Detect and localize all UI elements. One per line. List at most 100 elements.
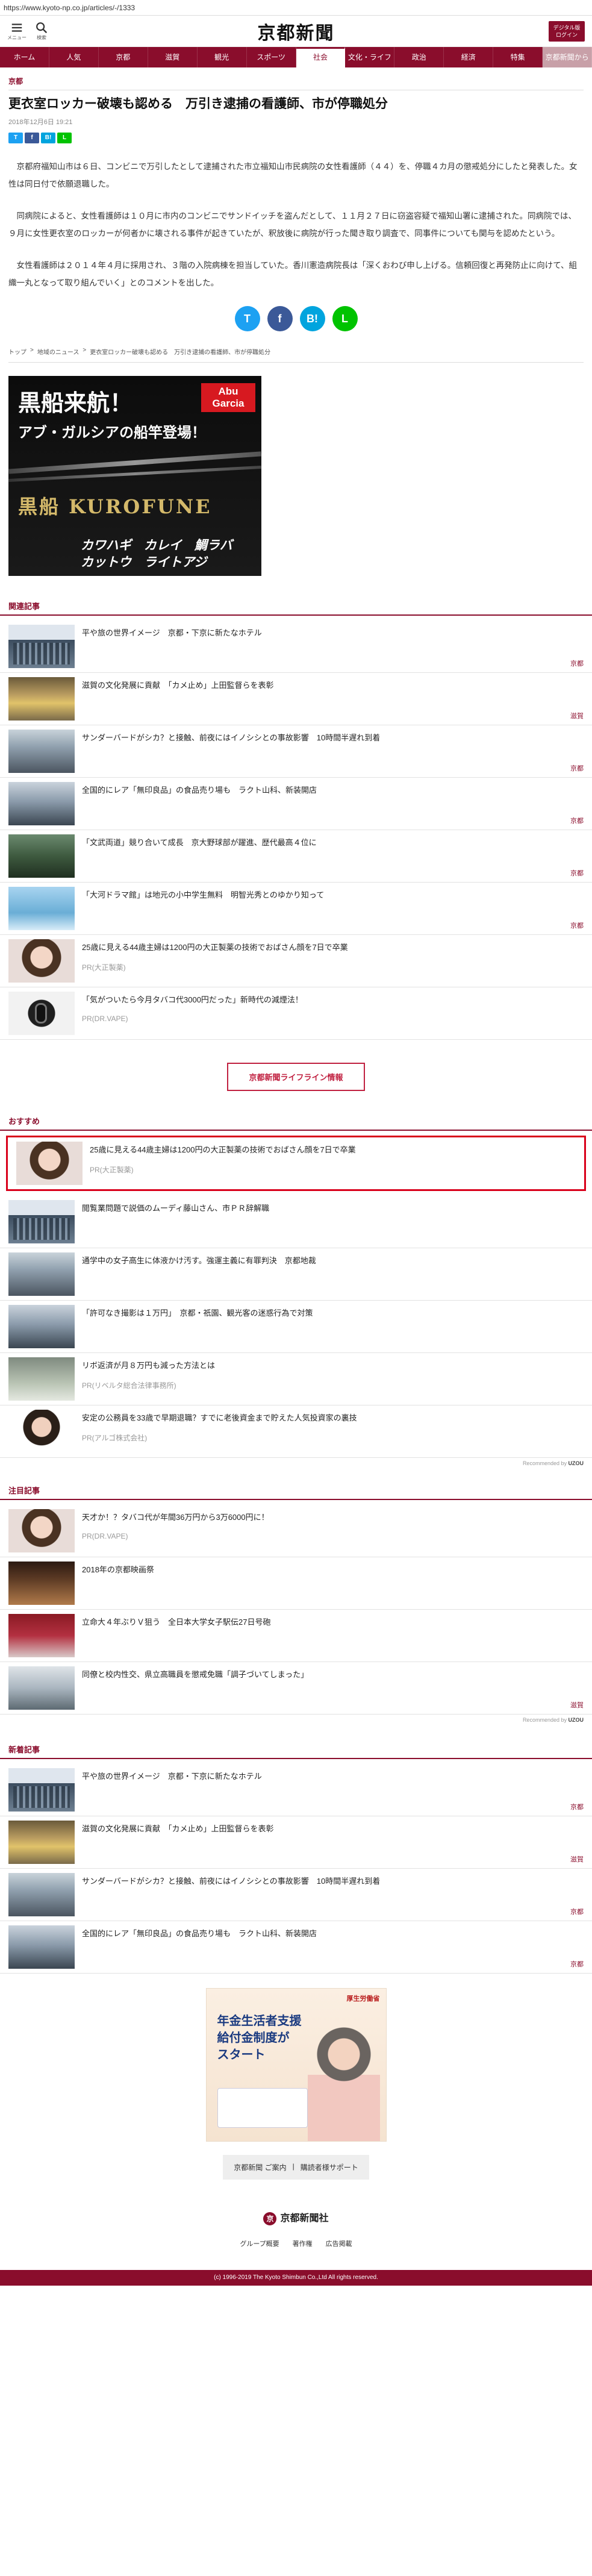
breadcrumb-item: 更衣室ロッカー破壊も認める 万引き逮捕の看護師、市が停職処分	[90, 349, 271, 356]
facebook-share-button[interactable]: f	[25, 133, 39, 143]
list-item[interactable]: 滋賀の文化発展に貢献 「カメ止め」上田監督らを表彰 滋賀	[0, 1816, 592, 1869]
item-body: 平や旅の世界イメージ 京都・下京に新たなホテル 京都	[82, 1768, 584, 1812]
list-item[interactable]: 閲覧業問題で説価のムーディ藤山さん、市ＰＲ辞解職	[0, 1196, 592, 1248]
list-item[interactable]: 同僚と校内性交、県立高職員を懲戒免職「調子づいてしまった」 滋賀	[0, 1662, 592, 1715]
ad-headline: 黒船来航！	[18, 389, 133, 416]
item-body: 全国的にレア「無印良品」の食品売り場も ラクト山科、新装開店 京都	[82, 782, 584, 825]
nav-item[interactable]: 経済	[444, 47, 494, 67]
search-icon	[36, 22, 48, 34]
item-category: 京都	[570, 765, 584, 772]
item-body: 同僚と校内性交、県立高職員を懲戒免職「調子づいてしまった」 滋賀	[82, 1666, 584, 1710]
footer-ads-link[interactable]: 広告掲載	[326, 2239, 352, 2248]
nav-item[interactable]: 人気	[49, 47, 99, 67]
footer-copyright-link[interactable]: 著作権	[293, 2239, 313, 2248]
line-share-button[interactable]: L	[332, 306, 358, 331]
list-item[interactable]: 2018年の京都映画祭	[0, 1557, 592, 1610]
government-ad-banner[interactable]: 厚生労働省 年金生活者支援 給付金制度が スタート	[205, 1988, 387, 2142]
list-item[interactable]: 「文武両道」競り合いて成長 京大野球部が躍進、歴代最高４位に 京都	[0, 830, 592, 883]
twitter-share-button[interactable]: T	[234, 306, 260, 331]
footer-guide-link[interactable]: 京都新聞 ご案内	[234, 2162, 286, 2172]
footer-logo[interactable]: 京京都新聞社	[0, 2210, 592, 2225]
thumbnail-image	[8, 730, 75, 773]
nav-item[interactable]: 社会	[296, 47, 346, 67]
item-body: 「許可なき撮影は１万円」 京都・祇園、観光客の迷惑行為で対策	[82, 1305, 584, 1348]
nav-item[interactable]: 文化・ライフ	[345, 47, 395, 67]
list-item[interactable]: 25歳に見える44歳主婦は1200円の大正製薬の技術でおばさん顔を7日で卒業 PR…	[8, 1137, 584, 1189]
item-category: 滋賀	[570, 1856, 584, 1863]
item-title: 滋賀の文化発展に貢献 「カメ止め」上田監督らを表彰	[82, 681, 274, 690]
nav-item[interactable]: 観光	[198, 47, 247, 67]
list-item[interactable]: 通学中の女子高生に体液かけ汚す。強運主義に有罪判決 京都地裁	[0, 1248, 592, 1301]
thumbnail-image	[8, 1200, 75, 1243]
list-item[interactable]: 天才か！？タバコ代が年間36万円から3万6000円に！ PR(DR.VAPE)	[0, 1505, 592, 1557]
thumbnail-image	[8, 1768, 75, 1812]
nav-item[interactable]: 政治	[394, 47, 444, 67]
list-item[interactable]: 立命大４年ぶりＶ狙う 全日本大学女子駅伝27日号砲	[0, 1610, 592, 1662]
list-item[interactable]: 平や旅の世界イメージ 京都・下京に新たなホテル 京都	[0, 1764, 592, 1816]
item-body: 「文武両道」競り合いて成長 京大野球部が躍進、歴代最高４位に 京都	[82, 834, 584, 878]
item-title: 25歳に見える44歳主婦は1200円の大正製薬の技術でおばさん顔を7日で卒業	[82, 943, 348, 952]
list-item[interactable]: 平や旅の世界イメージ 京都・下京に新たなホテル 京都	[0, 621, 592, 673]
item-body: 閲覧業問題で説価のムーディ藤山さん、市ＰＲ辞解職	[82, 1200, 584, 1243]
thumbnail-image	[8, 1873, 75, 1916]
nav-item[interactable]: 京都	[99, 47, 148, 67]
list-item[interactable]: 滋賀の文化発展に貢献 「カメ止め」上田監督らを表彰 滋賀	[0, 673, 592, 725]
line-share-button[interactable]: L	[57, 133, 72, 143]
digital-login-button[interactable]: デジタル版 ログイン	[549, 20, 585, 42]
thumbnail-image	[8, 1614, 75, 1657]
list-item[interactable]: 25歳に見える44歳主婦は1200円の大正製薬の技術でおばさん顔を7日で卒業 PR…	[0, 935, 592, 987]
uzou-logo: UZOU	[568, 1460, 584, 1466]
section-heading: 新着記事	[0, 1741, 592, 1759]
advertisement-banner[interactable]: 黒船来航！ Abu Garcia アブ・ガルシアの船竿登場！ 黒船 KUROFU…	[8, 376, 261, 576]
list-item[interactable]: サンダーバードがシカ？と接触、前夜にはイノシシとの事故影響 10時間半遅れ到着京…	[0, 725, 592, 778]
ad-document-image	[217, 2088, 308, 2128]
site-logo[interactable]: 京都新聞	[258, 18, 335, 45]
item-title: 全国的にレア「無印良品」の食品売り場も ラクト山科、新装開店	[82, 1929, 317, 1938]
share-bar-top: T f B! L	[8, 133, 584, 143]
hatena-share-button[interactable]: B!	[299, 306, 325, 331]
recommend-section: おすすめ 25歳に見える44歳主婦は1200円の大正製薬の技術でおばさん顔を7日…	[0, 1113, 592, 1470]
nav-item[interactable]: ホーム	[0, 47, 49, 67]
item-title: 「許可なき撮影は１万円」 京都・祇園、観光客の迷惑行為で対策	[82, 1308, 313, 1318]
item-category: 京都	[570, 1961, 584, 1968]
nav-item[interactable]: 滋賀	[148, 47, 198, 67]
thumbnail-image	[8, 1821, 75, 1864]
article-category[interactable]: 京都	[8, 76, 584, 90]
facebook-share-button[interactable]: f	[267, 306, 293, 331]
latest-section: 新着記事 平や旅の世界イメージ 京都・下京に新たなホテル 京都 滋賀の文化発展に貢献…	[0, 1741, 592, 1974]
list-item[interactable]: 全国的にレア「無印良品」の食品売り場も ラクト山科、新装開店 京都	[0, 778, 592, 830]
nav-item[interactable]: 京都新聞から	[543, 47, 592, 67]
item-category: 京都	[570, 660, 584, 667]
list-item[interactable]: 「許可なき撮影は１万円」 京都・祇園、観光客の迷惑行為で対策	[0, 1301, 592, 1353]
breadcrumb-item[interactable]: 地域のニュース	[37, 347, 79, 356]
breadcrumb-item[interactable]: トップ	[8, 347, 26, 356]
ad-tagline-line: カットウ ライトアジ	[81, 555, 207, 569]
item-body: 立命大４年ぶりＶ狙う 全日本大学女子駅伝27日号砲	[82, 1614, 584, 1657]
twitter-share-button[interactable]: T	[8, 133, 23, 143]
footer-support-link[interactable]: 購読者様サポート	[301, 2162, 358, 2172]
thumbnail-image	[8, 1252, 75, 1296]
thumbnail-image	[8, 1357, 75, 1401]
menu-button[interactable]: メニュー	[7, 21, 26, 41]
footer-group-link[interactable]: グループ概要	[240, 2239, 279, 2248]
list-item[interactable]: 全国的にレア「無印良品」の食品売り場も ラクト山科、新装開店京都	[0, 1921, 592, 1974]
hatena-share-button[interactable]: B!	[41, 133, 55, 143]
search-button[interactable]: 検索	[35, 21, 48, 41]
recommended-by[interactable]: Recommended by UZOU	[0, 1458, 592, 1470]
nav-item[interactable]: スポーツ	[247, 47, 296, 67]
list-item[interactable]: 「大河ドラマ館」は地元の小中学生無料 明智光秀とのゆかり知って 京都	[0, 883, 592, 935]
nav-item[interactable]: 特集	[493, 47, 543, 67]
list-item[interactable]: リボ返済が月８万円も減った方法とは PR(リベルタ総合法律事務所)	[0, 1353, 592, 1405]
recommended-by[interactable]: Recommended by UZOU	[0, 1715, 592, 1727]
thumbnail-image	[8, 1305, 75, 1348]
copyright-bar: (c) 1996-2019 The Kyoto Shimbun Co.,Ltd …	[0, 2269, 592, 2286]
list-item[interactable]: 安定の公務員を33歳で早期退職？すでに老後資金まで貯えた人気投資家の裏技 PR(ア…	[0, 1405, 592, 1458]
sponsor-label: PR(大正製薬)	[90, 1166, 134, 1174]
list-item[interactable]: 「気がついたら今月タバコ代3000円だった」新時代の減煙法！ PR(DR.VAPE…	[0, 987, 592, 1040]
url-bar[interactable]: https://www.kyoto-np.co.jp/articles/-/13…	[0, 0, 592, 16]
header-left: メニュー 検索	[7, 21, 48, 41]
item-body: 滋賀の文化発展に貢献 「カメ止め」上田監督らを表彰 滋賀	[82, 1821, 584, 1864]
list-item[interactable]: サンダーバードがシカ？と接触、前夜にはイノシシとの事故影響 10時間半遅れ到着京…	[0, 1869, 592, 1921]
ad2-wrap: 厚生労働省 年金生活者支援 給付金制度が スタート	[0, 1988, 592, 2142]
lifeline-info-button[interactable]: 京都新聞ライフライン情報	[227, 1063, 365, 1091]
